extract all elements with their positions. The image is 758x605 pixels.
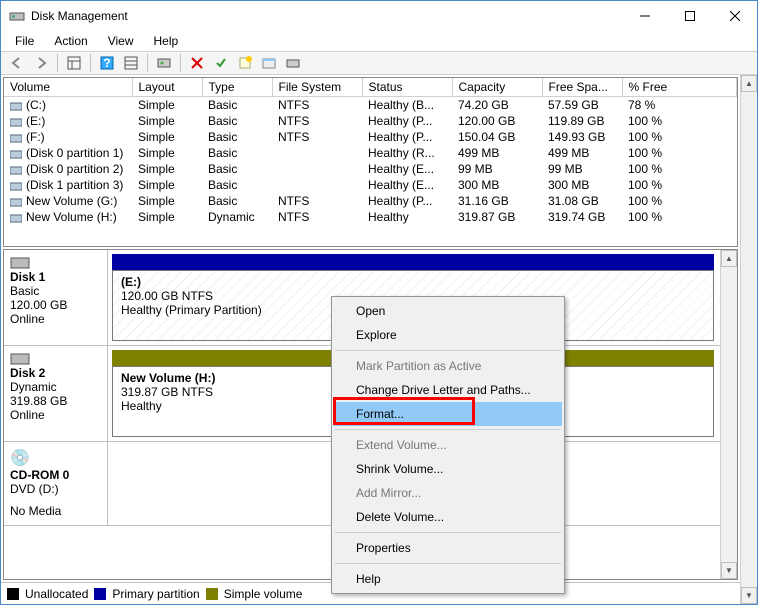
context-menu: Open Explore Mark Partition as Active Ch… <box>331 296 565 594</box>
help-icon[interactable]: ? <box>96 53 118 73</box>
main-scroll-down[interactable]: ▼ <box>741 587 757 604</box>
back-button[interactable] <box>6 53 28 73</box>
table-row[interactable]: (E:)SimpleBasicNTFSHealthy (P...120.00 G… <box>4 113 737 129</box>
ctx-change-drive-letter[interactable]: Change Drive Letter and Paths... <box>334 378 562 402</box>
menu-action[interactable]: Action <box>44 32 97 50</box>
ctx-properties[interactable]: Properties <box>334 536 562 560</box>
col-status[interactable]: Status <box>362 78 452 97</box>
disk-icon[interactable] <box>282 53 304 73</box>
ctx-extend: Extend Volume... <box>334 433 562 457</box>
scroll-down-button[interactable]: ▼ <box>721 562 737 579</box>
close-button[interactable] <box>712 1 757 31</box>
volume-icon <box>10 212 22 224</box>
table-row[interactable]: (Disk 0 partition 2)SimpleBasicHealthy (… <box>4 161 737 177</box>
svg-text:?: ? <box>103 56 110 70</box>
ctx-add-mirror: Add Mirror... <box>334 481 562 505</box>
list-icon[interactable] <box>120 53 142 73</box>
ctx-format[interactable]: Format... <box>334 402 562 426</box>
ctx-open[interactable]: Open <box>334 299 562 323</box>
disk-scrollbar[interactable]: ▲ ▼ <box>720 250 737 579</box>
basic-disk-icon <box>10 256 30 270</box>
table-row[interactable]: (F:)SimpleBasicNTFSHealthy (P...150.04 G… <box>4 129 737 145</box>
table-row[interactable]: (Disk 1 partition 3)SimpleBasicHealthy (… <box>4 177 737 193</box>
table-row[interactable]: New Volume (H:)SimpleDynamicNTFSHealthy3… <box>4 209 737 225</box>
cdrom-info: 💿 CD-ROM 0 DVD (D:) No Media <box>4 442 108 525</box>
volume-icon <box>10 132 22 144</box>
col-fs[interactable]: File System <box>272 78 362 97</box>
menu-file[interactable]: File <box>5 32 44 50</box>
toolbar: ? <box>1 51 757 75</box>
volume-icon <box>10 116 22 128</box>
disk-2-info: Disk 2 Dynamic 319.88 GB Online <box>4 346 108 441</box>
view-icon[interactable] <box>63 53 85 73</box>
ctx-help[interactable]: Help <box>334 567 562 591</box>
disk-1-info: Disk 1 Basic 120.00 GB Online <box>4 250 108 345</box>
menu-view[interactable]: View <box>98 32 144 50</box>
check-icon[interactable] <box>210 53 232 73</box>
legend-simple: Simple volume <box>224 587 303 601</box>
menubar: File Action View Help <box>1 31 757 51</box>
ctx-shrink[interactable]: Shrink Volume... <box>334 457 562 481</box>
main-scroll-up[interactable]: ▲ <box>741 75 757 92</box>
legend-primary-swatch <box>94 588 106 600</box>
refresh-icon[interactable] <box>153 53 175 73</box>
volume-table[interactable]: Volume Layout Type File System Status Ca… <box>3 77 738 247</box>
legend-unallocated: Unallocated <box>25 587 88 601</box>
table-row[interactable]: (Disk 0 partition 1)SimpleBasicHealthy (… <box>4 145 737 161</box>
main-scrollbar[interactable]: ▲ ▼ <box>740 75 757 604</box>
col-capacity[interactable]: Capacity <box>452 78 542 97</box>
legend-simple-swatch <box>206 588 218 600</box>
cdrom-icon: 💿 <box>10 450 30 467</box>
dynamic-disk-icon <box>10 352 30 366</box>
ctx-mark-active: Mark Partition as Active <box>334 354 562 378</box>
volume-icon <box>10 164 22 176</box>
disk-1-header-bar <box>112 254 714 270</box>
col-volume[interactable]: Volume <box>4 78 132 97</box>
legend-unallocated-swatch <box>7 588 19 600</box>
props-icon[interactable] <box>258 53 280 73</box>
new-icon[interactable] <box>234 53 256 73</box>
minimize-button[interactable] <box>622 1 667 31</box>
menu-help[interactable]: Help <box>144 32 189 50</box>
table-row[interactable]: New Volume (G:)SimpleBasicNTFSHealthy (P… <box>4 193 737 209</box>
col-type[interactable]: Type <box>202 78 272 97</box>
window-title: Disk Management <box>31 9 622 23</box>
table-row[interactable]: (C:)SimpleBasicNTFSHealthy (B...74.20 GB… <box>4 97 737 114</box>
volume-icon <box>10 148 22 160</box>
col-pct[interactable]: % Free <box>622 78 737 97</box>
col-free[interactable]: Free Spa... <box>542 78 622 97</box>
delete-icon[interactable] <box>186 53 208 73</box>
maximize-button[interactable] <box>667 1 712 31</box>
ctx-delete[interactable]: Delete Volume... <box>334 505 562 529</box>
app-icon <box>9 8 25 24</box>
legend-primary: Primary partition <box>112 587 199 601</box>
col-layout[interactable]: Layout <box>132 78 202 97</box>
scroll-up-button[interactable]: ▲ <box>721 250 737 267</box>
volume-icon <box>10 196 22 208</box>
volume-icon <box>10 180 22 192</box>
forward-button[interactable] <box>30 53 52 73</box>
volume-icon <box>10 100 22 112</box>
titlebar: Disk Management <box>1 1 757 31</box>
ctx-explore[interactable]: Explore <box>334 323 562 347</box>
